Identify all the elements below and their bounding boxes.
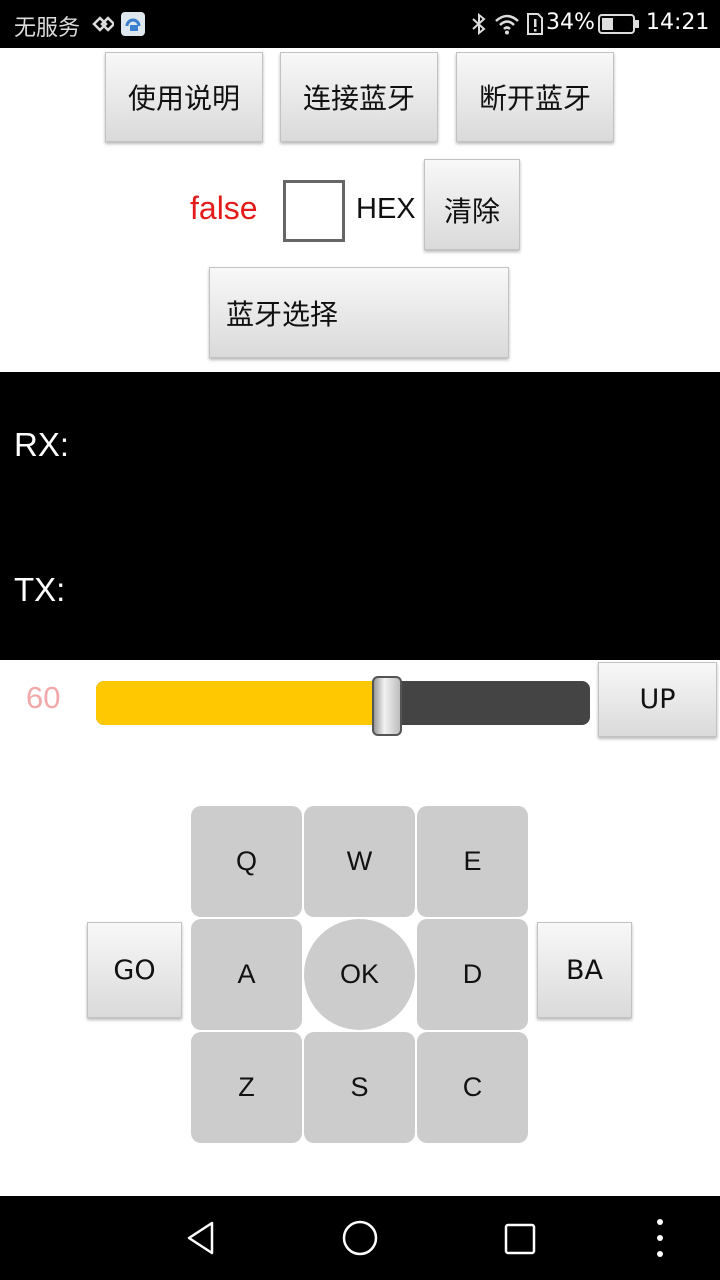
slider-fill	[96, 681, 387, 725]
instructions-button[interactable]: 使用说明	[105, 52, 263, 142]
key-s[interactable]: S	[304, 1032, 415, 1143]
signal-x-icon	[92, 16, 114, 32]
slider-thumb[interactable]	[372, 676, 402, 736]
clear-button[interactable]: 清除	[424, 159, 520, 250]
ba-button[interactable]: BA	[537, 922, 632, 1018]
back-icon[interactable]	[184, 1220, 218, 1256]
terminal-panel	[0, 372, 720, 660]
app-icon	[121, 12, 145, 36]
wifi-icon	[495, 14, 519, 35]
clock: 14:21	[646, 10, 710, 35]
speed-slider[interactable]	[96, 676, 590, 738]
recents-icon[interactable]	[503, 1222, 537, 1256]
sim-alert-icon	[527, 13, 543, 35]
key-ok[interactable]: OK	[304, 919, 415, 1030]
up-button[interactable]: UP	[598, 662, 717, 737]
key-z[interactable]: Z	[191, 1032, 302, 1143]
slider-track[interactable]	[96, 681, 590, 725]
disconnect-bluetooth-button[interactable]: 断开蓝牙	[456, 52, 614, 142]
rx-label: RX:	[14, 426, 70, 463]
key-c[interactable]: C	[417, 1032, 528, 1143]
go-button[interactable]: GO	[87, 922, 182, 1018]
connection-status-text: false	[190, 190, 258, 226]
tx-label: TX:	[14, 571, 66, 608]
key-e[interactable]: E	[417, 806, 528, 917]
carrier-text: 无服务	[14, 16, 81, 41]
battery-percent: 34%	[546, 10, 595, 35]
hex-label: HEX	[356, 193, 416, 225]
key-a[interactable]: A	[191, 919, 302, 1030]
key-w[interactable]: W	[304, 806, 415, 917]
bluetooth-select-button[interactable]: 蓝牙选择	[209, 267, 509, 358]
battery-icon	[598, 14, 639, 34]
speed-value: 60	[26, 680, 61, 715]
menu-icon[interactable]	[652, 1216, 668, 1260]
key-d[interactable]: D	[417, 919, 528, 1030]
key-q[interactable]: Q	[191, 806, 302, 917]
home-icon[interactable]	[341, 1219, 379, 1257]
bluetooth-icon	[472, 12, 486, 36]
hex-checkbox[interactable]	[283, 180, 345, 242]
connect-bluetooth-button[interactable]: 连接蓝牙	[280, 52, 438, 142]
